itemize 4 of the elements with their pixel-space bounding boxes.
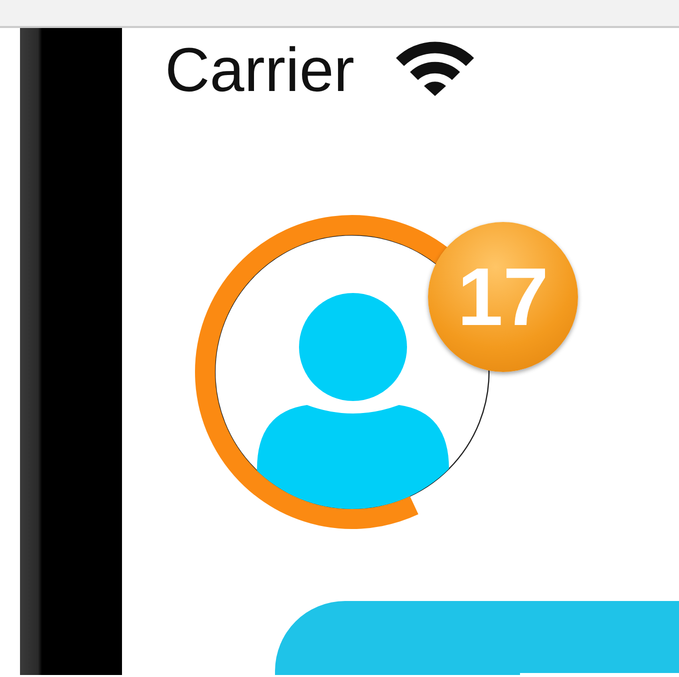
avatar-icon: [257, 293, 449, 509]
action-button[interactable]: [275, 601, 679, 675]
notification-badge: 17: [428, 222, 578, 372]
carrier-label: Carrier: [165, 40, 354, 102]
